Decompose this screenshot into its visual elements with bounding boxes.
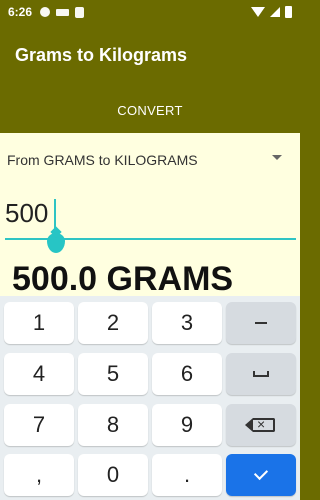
- key-8[interactable]: 8: [78, 404, 148, 446]
- key-7[interactable]: 7: [4, 404, 74, 446]
- key-space[interactable]: [226, 353, 296, 395]
- dropdown-arrow-icon: [272, 155, 282, 160]
- keyboard-icon: [56, 8, 70, 16]
- result-text: 500.0 GRAMS: [12, 260, 234, 298]
- check-icon: [253, 465, 269, 481]
- key-2[interactable]: 2: [78, 302, 148, 344]
- amount-input[interactable]: 500: [5, 196, 296, 253]
- key-9[interactable]: 9: [152, 404, 222, 446]
- space-icon: [253, 371, 269, 377]
- key-comma[interactable]: ,: [4, 454, 74, 496]
- key-0[interactable]: 0: [78, 454, 148, 496]
- key-5[interactable]: 5: [78, 353, 148, 395]
- amount-input-value: 500: [5, 198, 49, 228]
- backspace-icon: [245, 416, 275, 432]
- minus-icon: [255, 322, 267, 324]
- signal-icon: [270, 7, 280, 17]
- spinner-selected-label: From GRAMS to KILOGRAMS: [7, 152, 198, 168]
- key-backspace[interactable]: [226, 404, 296, 446]
- app-title: Grams to Kilograms: [15, 45, 188, 65]
- key-3[interactable]: 3: [152, 302, 222, 344]
- key-1[interactable]: 1: [4, 302, 74, 344]
- key-dot[interactable]: .: [152, 454, 222, 496]
- sim-card-icon: [75, 6, 85, 18]
- conversion-spinner[interactable]: From GRAMS to KILOGRAMS: [7, 149, 292, 171]
- key-6[interactable]: 6: [152, 353, 222, 395]
- status-icons: [251, 6, 292, 18]
- battery-icon: [285, 6, 292, 18]
- convert-button[interactable]: CONVERT: [0, 87, 300, 133]
- notification-icon: [40, 7, 51, 17]
- app-bar: Grams to Kilograms: [0, 24, 300, 87]
- key-minus[interactable]: [226, 302, 296, 344]
- key-enter[interactable]: [226, 454, 296, 496]
- key-4[interactable]: 4: [4, 353, 74, 395]
- status-time: 6:26: [8, 5, 33, 19]
- status-bar: 6:26: [0, 0, 300, 24]
- wifi-icon: [251, 7, 265, 17]
